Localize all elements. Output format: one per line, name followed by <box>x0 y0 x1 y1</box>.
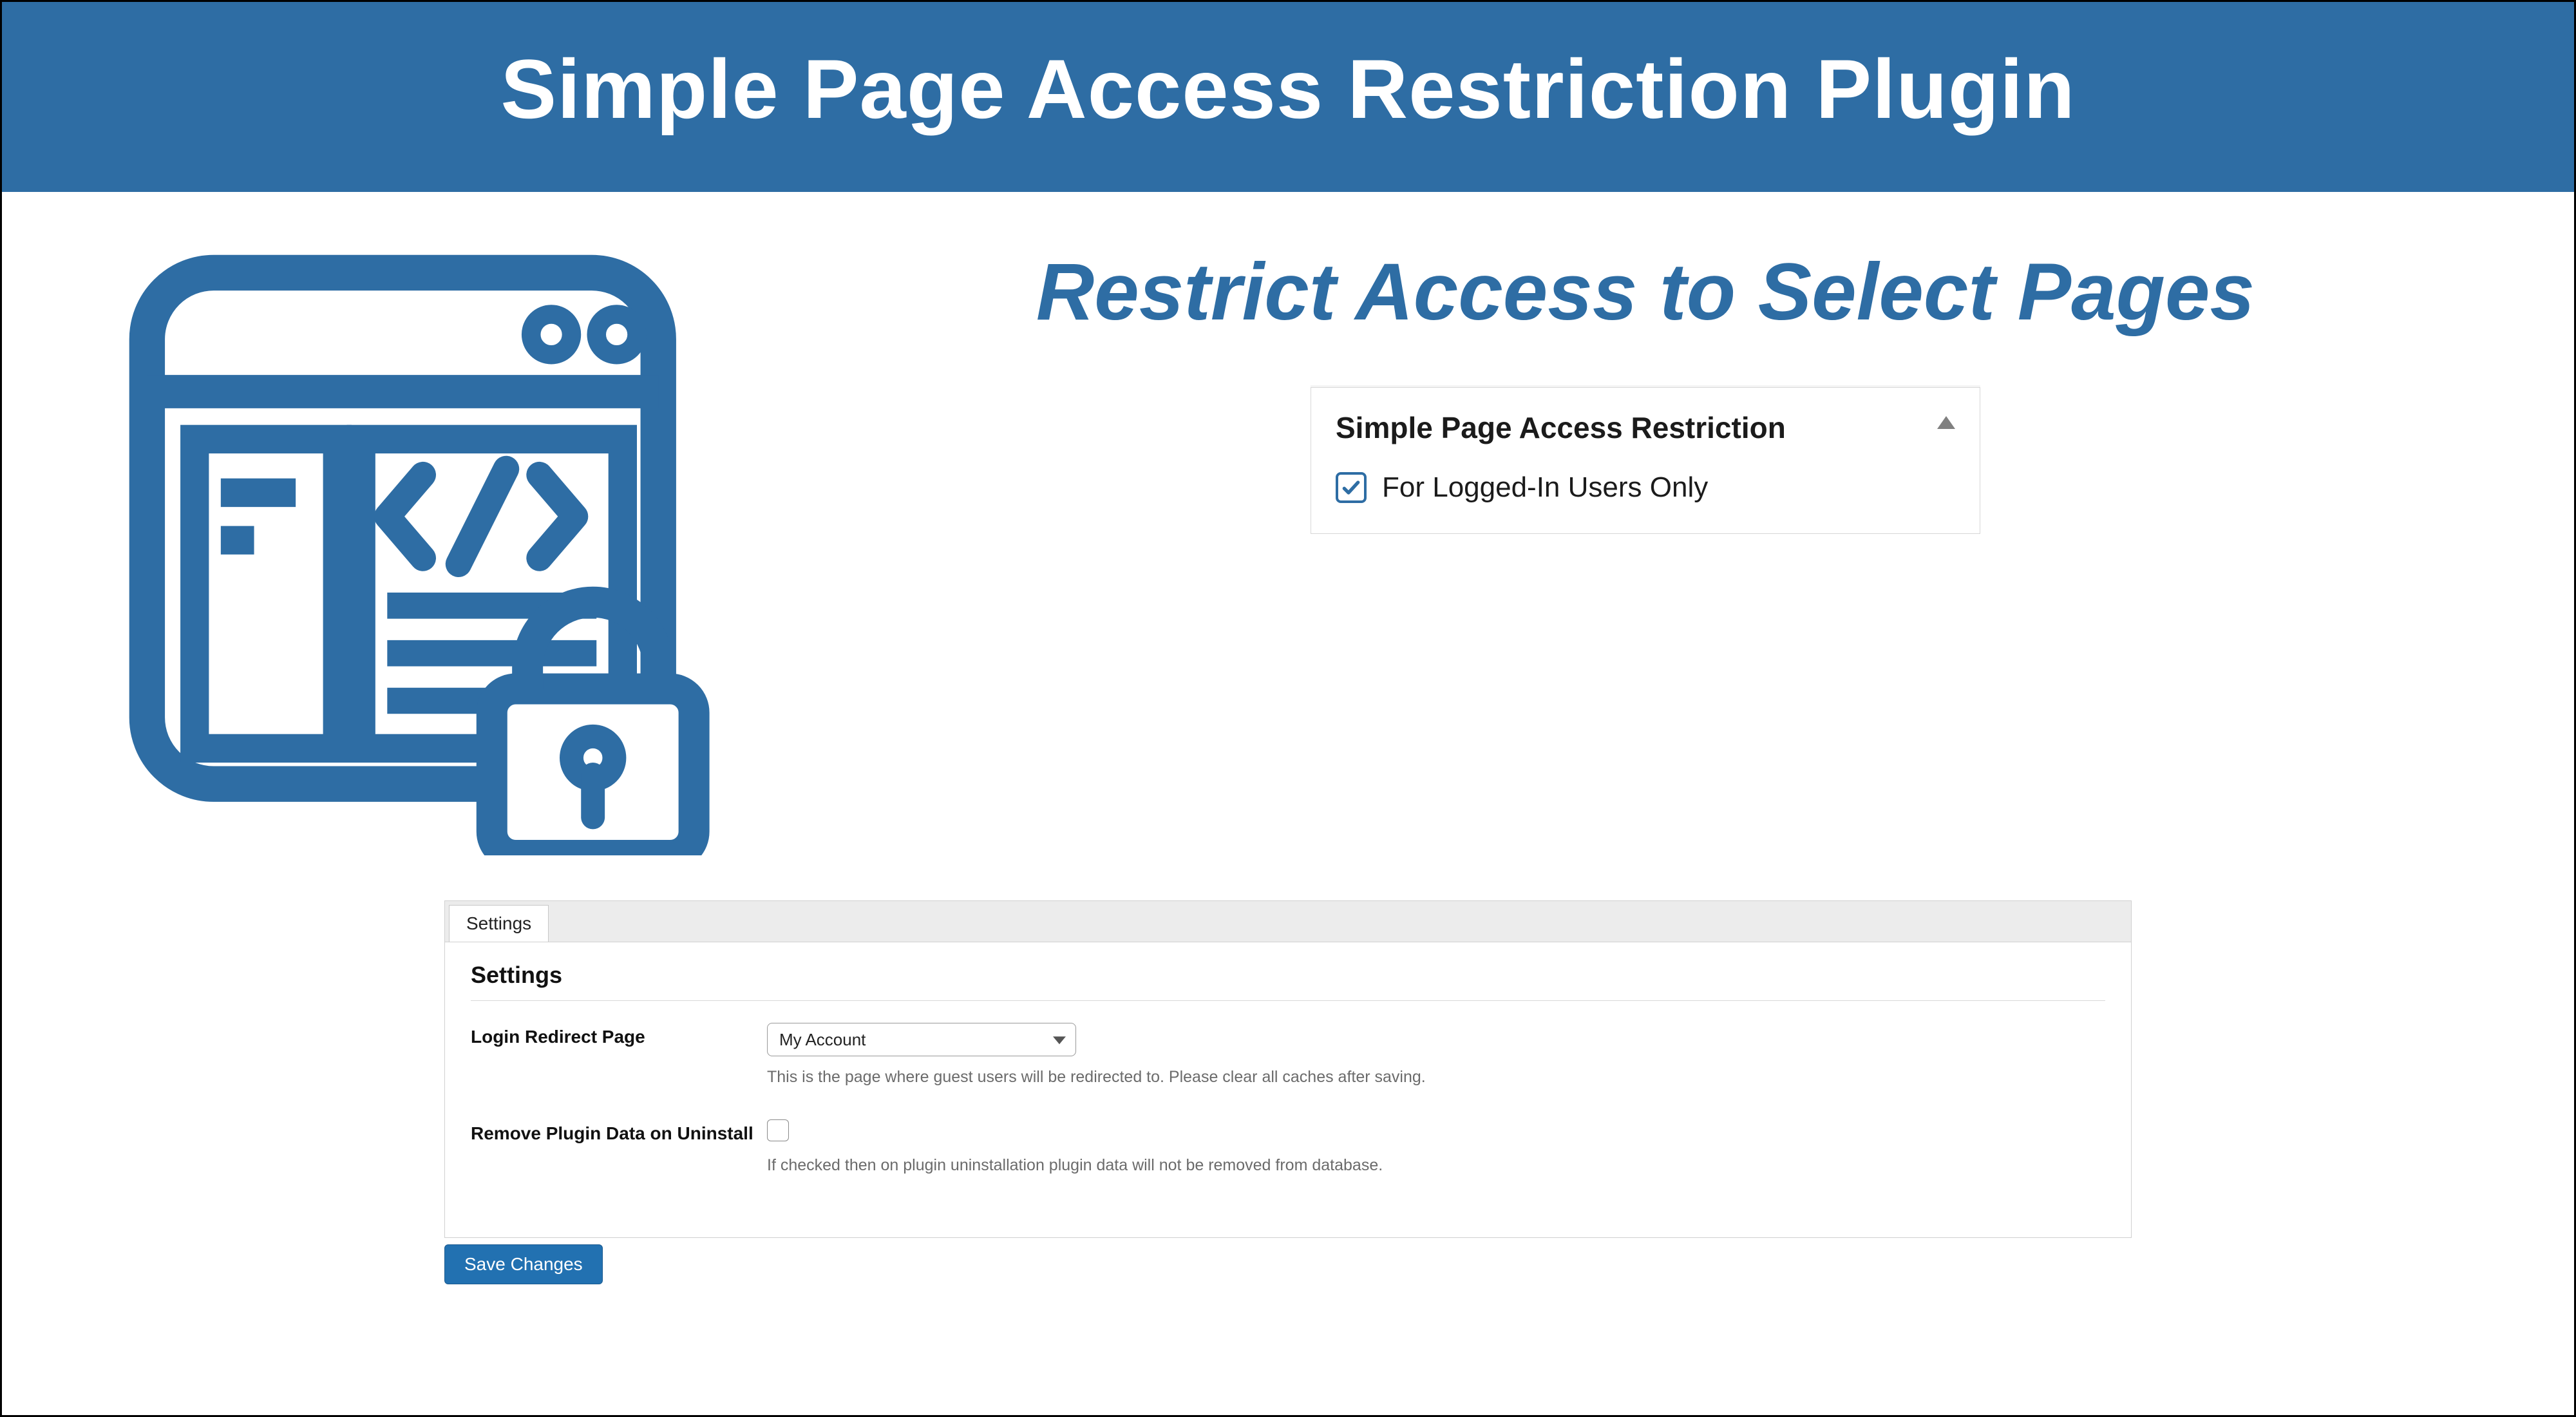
collapse-caret-icon[interactable] <box>1937 416 1955 429</box>
remove-data-label: Remove Plugin Data on Uninstall <box>471 1119 767 1145</box>
login-redirect-control: My Account This is the page where guest … <box>767 1023 2105 1089</box>
login-redirect-value: My Account <box>767 1023 1076 1056</box>
save-row: Save Changes <box>444 1244 2132 1284</box>
row-remove-data: Remove Plugin Data on Uninstall If check… <box>471 1119 2105 1177</box>
logged-in-only-label: For Logged-In Users Only <box>1382 471 1708 504</box>
plugin-logo-column <box>79 237 755 855</box>
metabox-body: For Logged-In Users Only <box>1311 452 1980 533</box>
restriction-metabox: Simple Page Access Restriction For Logge… <box>1311 387 1980 534</box>
login-redirect-help: This is the page where guest users will … <box>767 1067 2105 1089</box>
remove-data-control: If checked then on plugin uninstallation… <box>767 1119 2105 1177</box>
tagline-text: Restrict Access to Select Pages <box>794 243 2497 342</box>
feature-right-column: Restrict Access to Select Pages Simple P… <box>794 237 2497 534</box>
login-redirect-label: Login Redirect Page <box>471 1023 767 1048</box>
metabox-preview-wrap: Simple Page Access Restriction For Logge… <box>794 387 2497 534</box>
settings-panel: Settings Settings Login Redirect Page My… <box>444 900 2132 1284</box>
settings-body: Settings Login Redirect Page My Account … <box>444 942 2132 1238</box>
settings-heading: Settings <box>471 962 2105 1001</box>
remove-data-checkbox[interactable] <box>767 1119 789 1141</box>
hero-banner: Simple Page Access Restriction Plugin <box>2 2 2574 192</box>
page-canvas: Simple Page Access Restriction Plugin <box>0 0 2576 1417</box>
settings-tabs: Settings <box>444 900 2132 942</box>
page-code-lock-icon <box>111 237 730 855</box>
remove-data-help: If checked then on plugin uninstallation… <box>767 1155 2105 1177</box>
chevron-down-icon <box>1053 1036 1066 1044</box>
row-login-redirect: Login Redirect Page My Account This is t… <box>471 1023 2105 1089</box>
metabox-title: Simple Page Access Restriction <box>1336 410 1786 446</box>
logged-in-only-checkbox[interactable] <box>1336 472 1367 503</box>
metabox-header: Simple Page Access Restriction <box>1311 388 1980 452</box>
feature-row: Restrict Access to Select Pages Simple P… <box>2 192 2574 855</box>
checkmark-icon <box>1341 477 1361 498</box>
hero-title: Simple Page Access Restriction Plugin <box>2 41 2574 137</box>
login-redirect-select[interactable]: My Account <box>767 1023 1076 1056</box>
save-changes-button[interactable]: Save Changes <box>444 1244 603 1284</box>
tab-settings[interactable]: Settings <box>449 905 549 942</box>
